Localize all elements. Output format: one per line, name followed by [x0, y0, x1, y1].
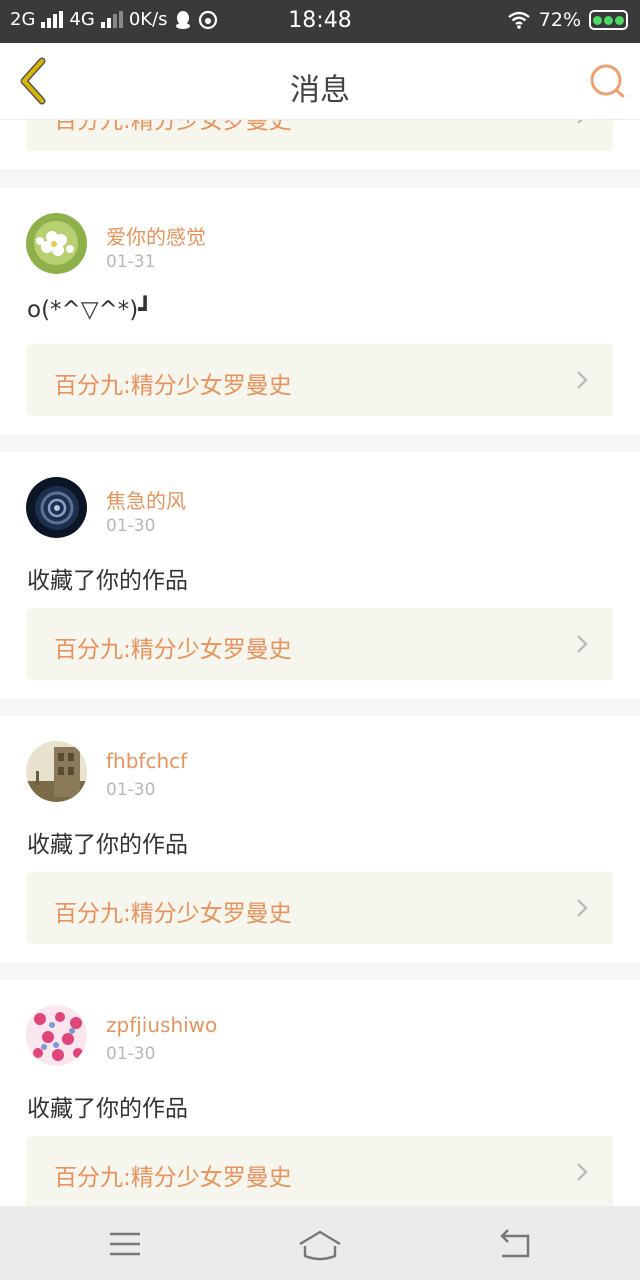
username[interactable]: 焦急的风 [106, 485, 186, 514]
avatar[interactable] [26, 477, 87, 538]
message-card: 爱你的感觉 01-31 o(*^▽^*)┛ 百分九:精分少女罗曼史 [0, 188, 640, 434]
work-link[interactable]: 百分九:精分少女罗曼史 [26, 1136, 613, 1206]
chevron-right-icon [577, 899, 588, 917]
wifi-icon [508, 11, 530, 29]
message-card: 百分九:精分少女罗曼史 [0, 120, 640, 169]
message-date: 01-30 [106, 780, 156, 800]
work-title: 百分九:精分少女罗曼史 [54, 373, 292, 399]
message-card: fhbfchcf 01-30 收藏了你的作品 百分九:精分少女罗曼史 [0, 716, 640, 962]
work-title: 百分九:精分少女罗曼史 [54, 1165, 292, 1191]
username[interactable]: zpfjiushiwo [106, 1013, 217, 1037]
message-text: o(*^▽^*)┛ [27, 297, 153, 323]
message-date: 01-30 [106, 516, 156, 536]
chevron-right-icon [577, 371, 588, 389]
username[interactable]: fhbfchcf [106, 749, 187, 773]
system-nav-bar [0, 1206, 640, 1280]
chevron-right-icon [577, 635, 588, 653]
message-text: 收藏了你的作品 [27, 568, 188, 594]
work-link[interactable]: 百分九:精分少女罗曼史 [26, 120, 613, 151]
status-right: 72% [507, 9, 628, 31]
work-title: 百分九:精分少女罗曼史 [54, 637, 292, 663]
message-text: 收藏了你的作品 [27, 1096, 188, 1122]
username[interactable]: 爱你的感觉 [106, 221, 206, 250]
message-text: 收藏了你的作品 [27, 832, 188, 858]
work-title: 百分九:精分少女罗曼史 [54, 901, 292, 927]
home-icon[interactable] [295, 1224, 345, 1264]
status-bar: 2G 4G 0K/s 18:48 72% [0, 0, 640, 43]
battery-percent: 72% [538, 9, 581, 31]
battery-icon [589, 10, 628, 30]
avatar[interactable] [26, 741, 87, 802]
avatar[interactable] [26, 213, 87, 274]
message-card: 焦急的风 01-30 收藏了你的作品 百分九:精分少女罗曼史 [0, 452, 640, 698]
avatar[interactable] [26, 1005, 87, 1066]
page-title: 消息 [290, 73, 350, 108]
work-link[interactable]: 百分九:精分少女罗曼史 [26, 608, 613, 680]
chevron-right-icon [577, 120, 583, 124]
message-date: 01-31 [106, 252, 156, 272]
message-list[interactable]: 百分九:精分少女罗曼史 爱你的感觉 01-31 o(*^▽^*)┛ 百分九:精分… [0, 120, 640, 1206]
message-date: 01-30 [106, 1044, 156, 1064]
header: 消息 [0, 43, 640, 120]
back-arrow-icon[interactable] [490, 1224, 540, 1264]
work-link[interactable]: 百分九:精分少女罗曼史 [26, 872, 613, 944]
work-title: 百分九:精分少女罗曼史 [54, 120, 292, 134]
chevron-right-icon [577, 1163, 588, 1181]
work-link[interactable]: 百分九:精分少女罗曼史 [26, 344, 613, 416]
search-icon[interactable] [588, 61, 628, 101]
message-card: zpfjiushiwo 01-30 收藏了你的作品 百分九:精分少女罗曼史 [0, 980, 640, 1206]
menu-icon[interactable] [100, 1224, 150, 1264]
